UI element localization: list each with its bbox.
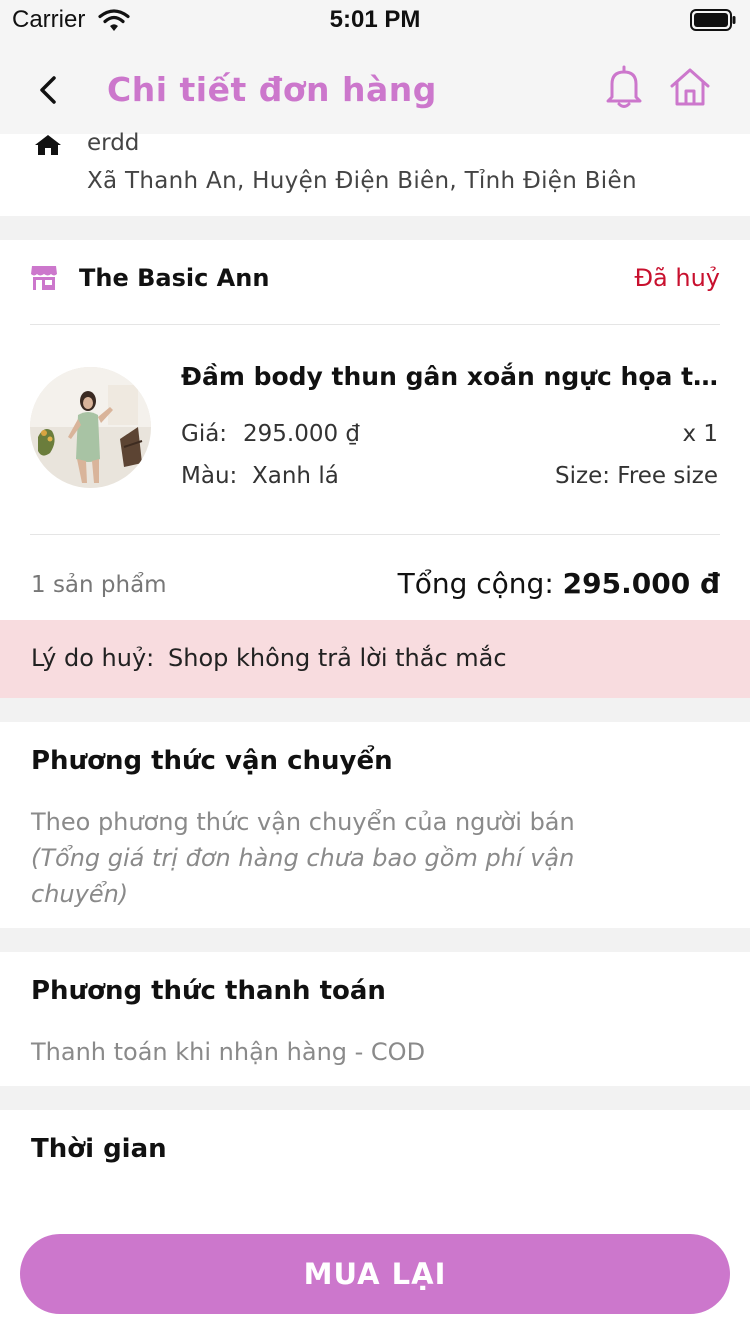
payment-method-value: Thanh toán khi nhận hàng - COD bbox=[31, 1038, 426, 1066]
size-value: Size: Free size bbox=[555, 463, 718, 489]
item-count: 1 sản phẩm bbox=[31, 572, 167, 598]
address-line: Xã Thanh An, Huyện Điện Biên, Tỉnh Điện … bbox=[87, 168, 637, 194]
total-label: Tổng cộng: bbox=[397, 567, 554, 600]
status-bar: Carrier 5:01 PM bbox=[0, 0, 750, 44]
divider bbox=[30, 534, 720, 535]
shipping-method-text: Theo phương thức vận chuyển của người bá… bbox=[31, 804, 671, 912]
cancel-reason-banner: Lý do huỷ: Shop không trả lời thắc mắc bbox=[0, 620, 750, 698]
time-card: Thời gian bbox=[0, 1110, 750, 1214]
payment-method-title: Phương thức thanh toán bbox=[31, 976, 386, 1006]
bell-icon[interactable] bbox=[602, 64, 646, 110]
total-value: 295.000 đ bbox=[562, 567, 720, 600]
address-card: erdd Xã Thanh An, Huyện Điện Biên, Tỉnh … bbox=[0, 130, 750, 216]
color-value: Xanh lá bbox=[252, 463, 339, 489]
rebuy-button-label: MUA LẠI bbox=[303, 1257, 447, 1291]
nav-bar: Chi tiết đơn hàng bbox=[0, 44, 750, 134]
shipping-fee-note: (Tổng giá trị đơn hàng chưa bao gồm phí … bbox=[31, 844, 575, 908]
bottom-action-bar: MUA LẠI bbox=[0, 1214, 750, 1334]
home-icon[interactable] bbox=[668, 64, 712, 110]
cancel-reason-label: Lý do huỷ: bbox=[31, 644, 155, 672]
battery-icon bbox=[690, 9, 736, 31]
order-status-badge: Đã huỷ bbox=[634, 264, 720, 292]
price-value: 295.000 ₫ bbox=[243, 421, 361, 447]
shipping-method-value: Theo phương thức vận chuyển của người bá… bbox=[31, 808, 575, 836]
shipping-method-title: Phương thức vận chuyển bbox=[31, 746, 393, 776]
product-name[interactable]: Đầm body thun gân xoắn ngực họa tiết bbox=[181, 362, 721, 391]
color-label: Màu: bbox=[181, 463, 238, 489]
shipping-method-card: Phương thức vận chuyển Theo phương thức … bbox=[0, 722, 750, 928]
cancel-reason-text: Shop không trả lời thắc mắc bbox=[168, 644, 507, 672]
page-title: Chi tiết đơn hàng bbox=[107, 70, 437, 109]
order-total: Tổng cộng: 295.000 đ bbox=[398, 567, 720, 600]
status-time: 5:01 PM bbox=[329, 6, 421, 33]
product-thumbnail[interactable] bbox=[30, 367, 151, 488]
payment-method-card: Phương thức thanh toán Thanh toán khi nh… bbox=[0, 952, 750, 1086]
time-section-title: Thời gian bbox=[31, 1134, 167, 1164]
price-label: Giá: bbox=[181, 421, 228, 447]
divider bbox=[30, 324, 720, 325]
back-chevron-icon[interactable] bbox=[30, 70, 70, 110]
shop-icon bbox=[31, 266, 57, 290]
quantity: x 1 bbox=[682, 421, 718, 447]
house-icon bbox=[35, 135, 61, 155]
shop-name[interactable]: The Basic Ann bbox=[79, 264, 269, 292]
order-card: The Basic Ann Đã huỷ Đầm body thun gân x… bbox=[0, 240, 750, 620]
recipient-name: erdd bbox=[87, 130, 140, 156]
rebuy-button[interactable]: MUA LẠI bbox=[20, 1234, 730, 1314]
